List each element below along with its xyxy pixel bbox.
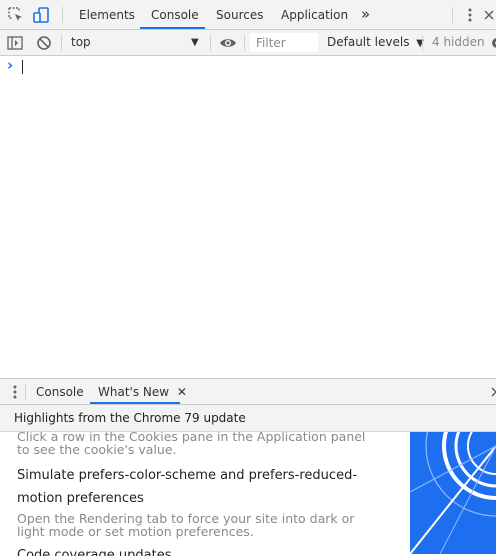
show-sidebar-icon[interactable] (6, 34, 24, 52)
inspect-element-icon[interactable] (7, 6, 25, 24)
drawer-tab-bar: Console What's New ✕ (0, 378, 496, 405)
active-tab-indicator (140, 27, 205, 29)
toolbar-divider (452, 7, 453, 23)
chevron-down-icon: ▼ (191, 37, 199, 48)
toolbar-divider (61, 35, 62, 51)
log-levels-label: Default levels (327, 35, 410, 49)
close-drawer-icon[interactable] (488, 383, 496, 401)
drawer-tab-console[interactable]: Console (36, 379, 84, 404)
drawer-menu-icon[interactable] (6, 383, 24, 401)
tab-elements[interactable]: Elements (79, 0, 135, 29)
close-tab-icon[interactable]: ✕ (177, 385, 187, 399)
hidden-count: 4 hidden (432, 35, 485, 49)
live-expression-eye-icon[interactable] (218, 34, 236, 52)
drawer-tab-whats-new-label: What's New (98, 385, 170, 399)
console-prompt-icon: › (7, 56, 14, 74)
feature-title-line: Simulate prefers-color-scheme and prefer… (17, 468, 358, 483)
log-levels-dropdown[interactable]: Default levels ▼ (327, 30, 424, 55)
tab-sources[interactable]: Sources (216, 0, 263, 29)
context-selector[interactable]: top ▼ (71, 30, 211, 55)
toolbar-divider (62, 7, 63, 23)
clear-console-icon[interactable] (35, 34, 53, 52)
feature-title-line: motion preferences (17, 491, 144, 506)
feature-title[interactable]: Code coverage updates (17, 548, 171, 556)
filter-placeholder: Filter (256, 36, 286, 50)
whats-new-header: Highlights from the Chrome 79 update (0, 405, 496, 432)
kebab-menu-icon[interactable] (461, 6, 479, 24)
close-icon[interactable] (482, 6, 496, 24)
console-toolbar: top ▼ Filter Default levels ▼ 4 hidden (0, 30, 496, 56)
text-cursor (22, 60, 23, 74)
toolbar-divider (244, 35, 245, 51)
toolbar-divider (210, 35, 211, 51)
console-settings-gear-icon[interactable] (488, 34, 496, 52)
feature-description: Click a row in the Cookies pane in the A… (17, 432, 366, 457)
toolbar-divider (25, 384, 26, 400)
feature-description: Open the Rendering tab to force your sit… (17, 511, 355, 539)
console-output[interactable]: › (0, 56, 496, 378)
whats-new-content[interactable]: Click a row in the Cookies pane in the A… (0, 432, 496, 556)
feature-title[interactable]: Simulate prefers-color-scheme and prefer… (17, 468, 357, 506)
main-toolbar: Elements Console Sources Application » (0, 0, 496, 30)
drawer-tab-whats-new[interactable]: What's New ✕ (98, 379, 187, 404)
filter-input[interactable]: Filter (250, 33, 318, 52)
active-tab-indicator (90, 402, 180, 404)
toolbar-divider (422, 35, 423, 51)
more-tabs-icon[interactable]: » (361, 0, 370, 29)
promo-image[interactable] (410, 432, 496, 554)
device-toolbar-icon[interactable] (32, 6, 50, 24)
tab-application[interactable]: Application (281, 0, 348, 29)
context-value: top (71, 35, 91, 49)
tab-console[interactable]: Console (151, 0, 199, 29)
